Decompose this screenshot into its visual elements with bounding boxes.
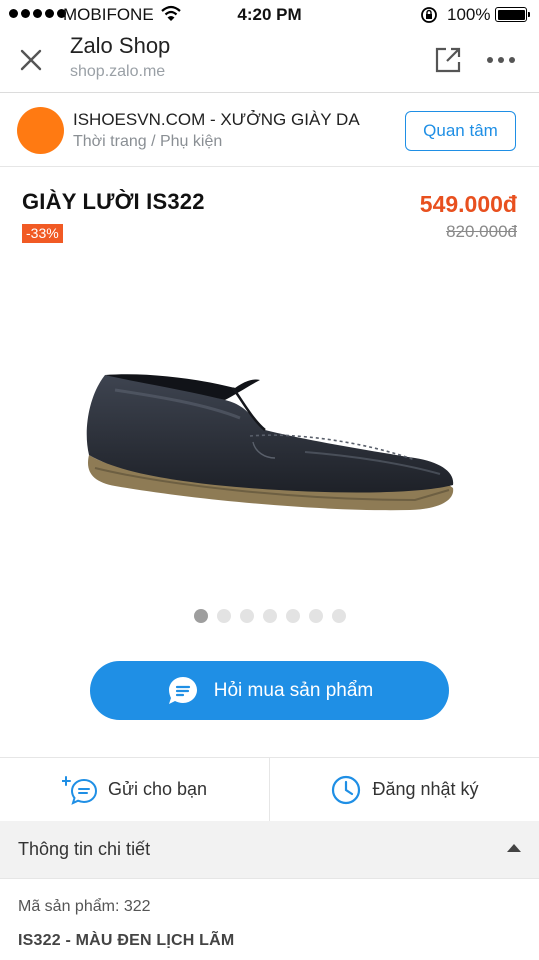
close-icon[interactable] xyxy=(17,46,45,74)
shop-name[interactable]: ISHOESVN.COM - XƯỞNG GIÀY DA xyxy=(73,110,360,130)
send-to-friend-label: Gửi cho bạn xyxy=(107,779,208,799)
browser-header: Zalo Shop shop.zalo.me xyxy=(0,30,539,93)
more-icon[interactable] xyxy=(487,57,515,63)
share-icon[interactable] xyxy=(433,45,463,75)
shop-info: ISHOESVN.COM - XƯỞNG GIÀY DA Thời trang … xyxy=(0,93,539,167)
battery-icon xyxy=(495,7,530,22)
post-to-diary-button[interactable]: Đăng nhật ký xyxy=(269,758,539,821)
carousel-dot[interactable] xyxy=(331,609,346,623)
product-description: IS322 - MÀU ĐEN LỊCH LÃM xyxy=(18,932,235,949)
original-price: 820.000đ xyxy=(446,222,517,241)
details-section-header[interactable]: Thông tin chi tiết xyxy=(0,821,539,879)
action-row: Gửi cho bạn Đăng nhật ký xyxy=(0,757,539,822)
shop-avatar[interactable] xyxy=(17,107,64,154)
carousel-dot[interactable] xyxy=(193,609,208,623)
caret-up-icon[interactable] xyxy=(507,844,521,852)
chat-bubble-icon xyxy=(168,676,197,704)
status-bar: MOBIFONE 4:20 PM 100% xyxy=(0,0,539,30)
post-to-diary-label: Đăng nhật ký xyxy=(372,779,479,799)
page-url: shop.zalo.me xyxy=(70,63,166,80)
clock-icon xyxy=(332,775,361,804)
send-to-friend-button[interactable]: Gửi cho bạn xyxy=(0,758,269,821)
ask-to-buy-button[interactable]: Hỏi mua sản phẩm xyxy=(90,661,449,720)
product-price: 549.000đ xyxy=(419,191,517,217)
shop-category: Thời trang / Phụ kiện xyxy=(73,133,223,150)
rotation-lock-icon xyxy=(421,7,437,23)
send-chat-icon xyxy=(61,775,97,805)
carousel-dot[interactable] xyxy=(262,609,277,623)
ask-to-buy-label: Hỏi mua sản phẩm xyxy=(213,679,374,701)
battery-percent: 100% xyxy=(447,5,491,24)
carousel-dot[interactable] xyxy=(308,609,323,623)
carousel-dot[interactable] xyxy=(216,609,231,623)
image-carousel-dots xyxy=(0,609,539,623)
product-sku: Mã sản phẩm: 322 xyxy=(18,898,151,915)
follow-button[interactable]: Quan tâm xyxy=(405,111,516,151)
carousel-dot[interactable] xyxy=(239,609,254,623)
page-title: Zalo Shop xyxy=(70,33,171,58)
discount-badge: -33% xyxy=(22,224,63,243)
product-name: GIÀY LƯỜI IS322 xyxy=(22,189,205,214)
details-title: Thông tin chi tiết xyxy=(18,839,151,859)
carousel-dot[interactable] xyxy=(285,609,300,623)
product-image[interactable] xyxy=(75,360,465,560)
